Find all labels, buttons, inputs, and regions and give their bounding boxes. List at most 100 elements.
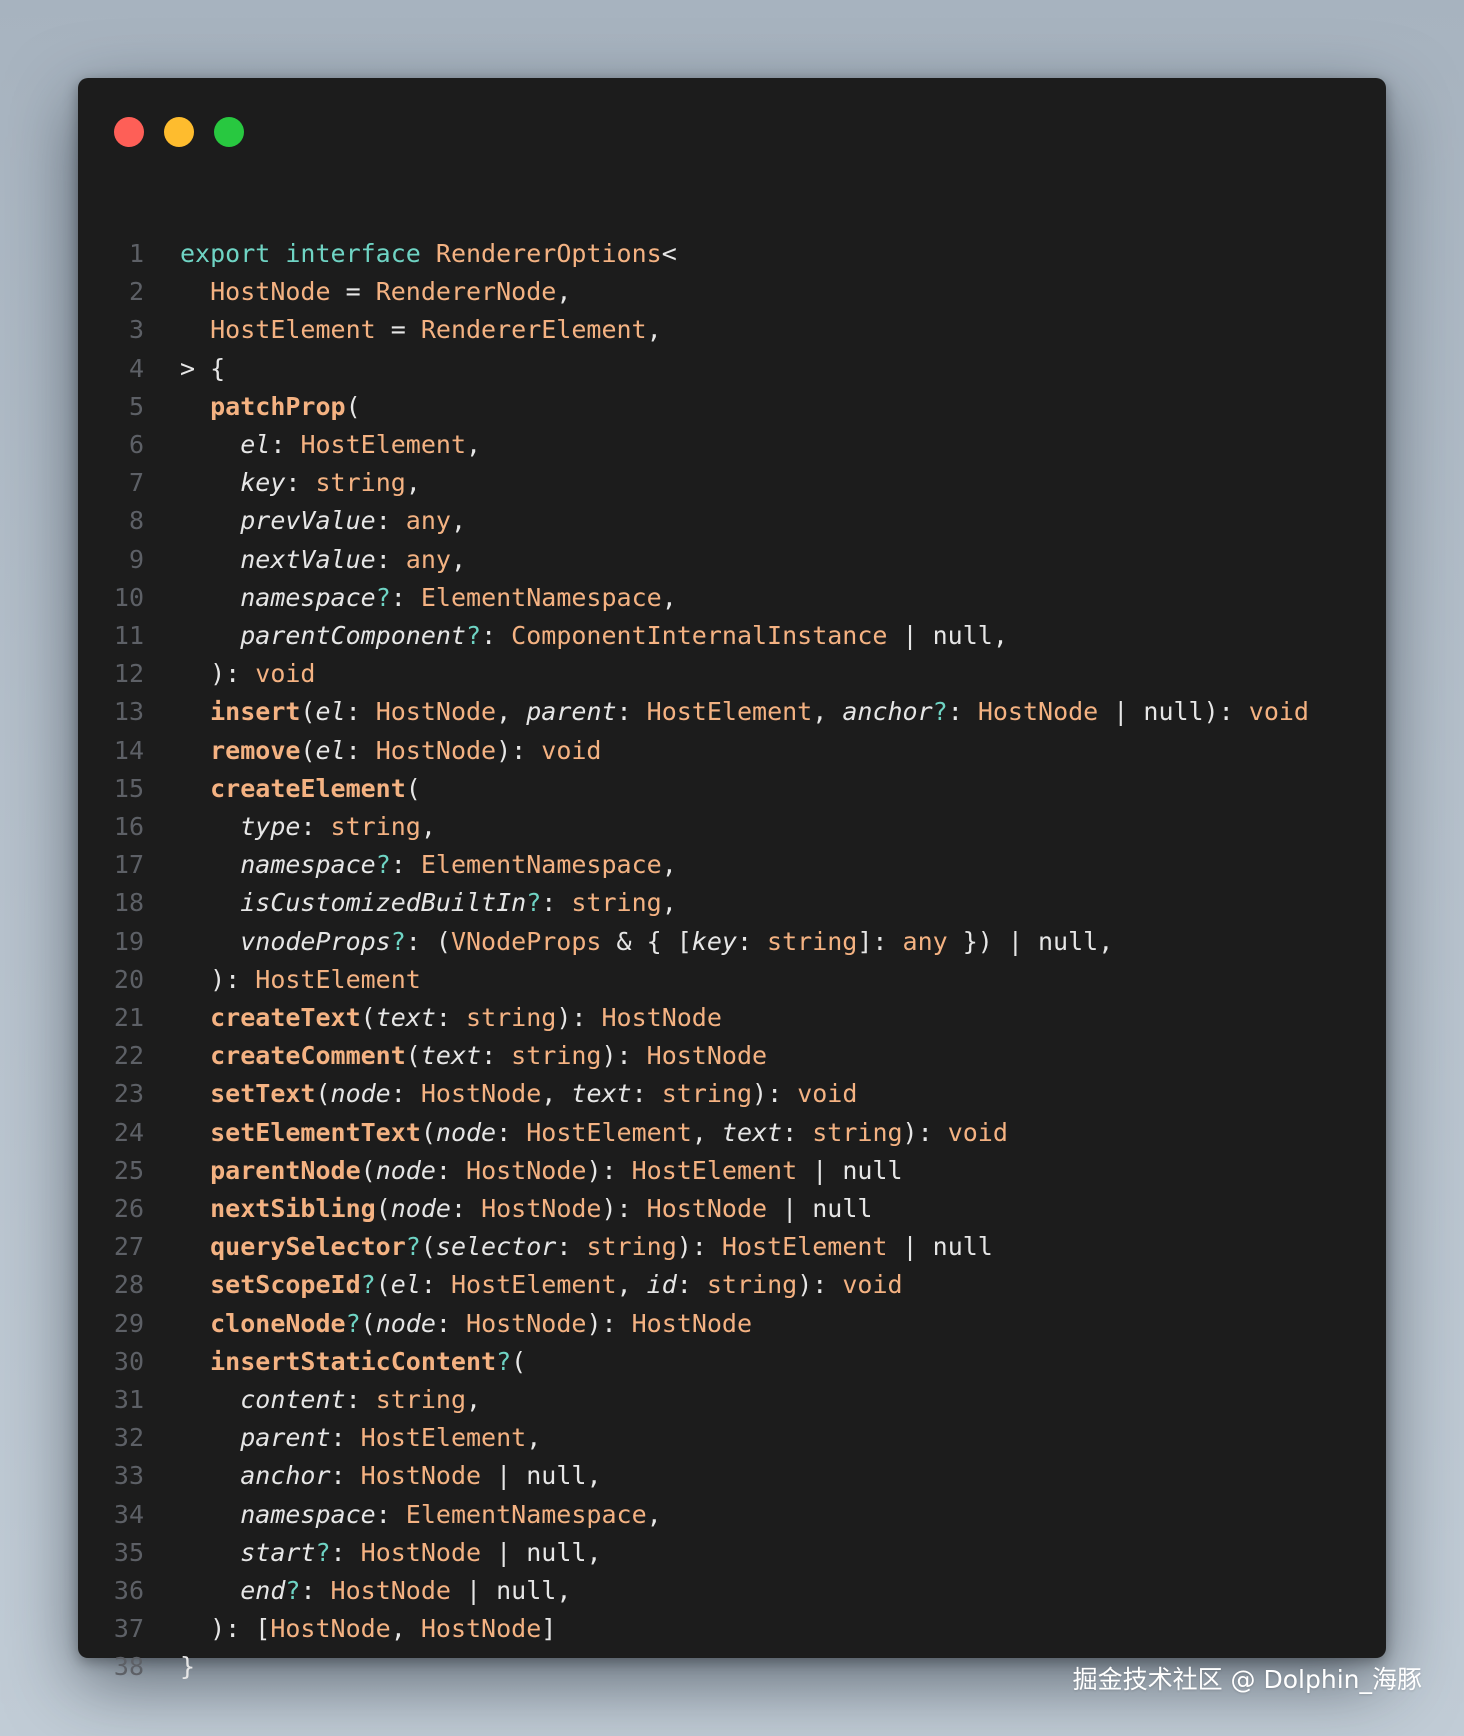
line-source: namespace?: ElementNamespace,	[180, 579, 677, 617]
line-source: setElementText(node: HostElement, text: …	[180, 1114, 1008, 1152]
code-token: insertStaticContent	[210, 1346, 497, 1376]
line-number: 28	[113, 1270, 144, 1300]
line-number: 4	[128, 353, 144, 383]
close-icon[interactable]	[114, 117, 144, 147]
line-number: 25	[113, 1155, 144, 1185]
line-source: ): [HostNode, HostNode]	[180, 1610, 556, 1648]
code-line: 22 createComment(text: string): HostNode	[78, 1037, 1386, 1075]
minimize-icon[interactable]	[164, 117, 194, 147]
line-number: 34	[113, 1499, 144, 1529]
code-token: HostNode	[210, 277, 331, 307]
code-token: (	[375, 1270, 391, 1300]
code-line: 27 querySelector?(selector: string): Hos…	[78, 1228, 1386, 1266]
line-number: 18	[113, 888, 144, 918]
code-token: ?	[285, 1576, 301, 1605]
code-line: 14 remove(el: HostNode): void	[78, 732, 1386, 770]
code-token: nextValue	[240, 544, 376, 574]
code-token: ):	[586, 1308, 632, 1338]
code-token: ?	[375, 582, 391, 612]
line-number: 2	[128, 277, 144, 307]
code-token: }	[180, 1652, 196, 1682]
code-token: void	[541, 735, 602, 765]
code-token: type	[240, 812, 301, 841]
code-token: text	[721, 1117, 783, 1147]
code-token: (	[300, 697, 316, 727]
line-number: 7	[128, 468, 144, 498]
code-token: :	[782, 1117, 813, 1147]
line-number: 14	[113, 735, 144, 765]
code-token: RendererElement	[420, 315, 647, 345]
code-token: nextSibling	[210, 1194, 376, 1223]
code-token: HostNode	[601, 1003, 722, 1032]
code-token: :	[345, 735, 376, 765]
code-token: HostNode	[360, 1461, 482, 1491]
code-token: ):	[496, 735, 542, 765]
line-source: HostNode = RendererNode,	[180, 273, 571, 311]
code-token: null	[932, 1232, 993, 1262]
line-source: parentComponent?: ComponentInternalInsta…	[180, 617, 1008, 655]
code-token: :	[375, 1499, 406, 1529]
code-token: (	[300, 735, 316, 765]
code-window: 1 export interface RendererOptions< 2 Host…	[78, 78, 1386, 1681]
line-number: 1	[128, 239, 144, 268]
code-token: null	[932, 621, 993, 650]
code-token: ElementNamespace	[420, 850, 662, 880]
line-source: prevValue: any,	[180, 502, 466, 540]
code-token: =	[375, 315, 421, 345]
line-number: 15	[113, 773, 144, 803]
code-token: :	[481, 621, 512, 650]
code-token: remove	[210, 735, 301, 765]
line-number: 35	[113, 1537, 144, 1567]
maximize-icon[interactable]	[214, 117, 244, 147]
code-token: :	[390, 1079, 421, 1109]
code-line: 7 key: string,	[78, 464, 1386, 502]
line-number: 10	[113, 582, 144, 612]
code-token: ):	[1203, 697, 1249, 727]
code-token: <	[661, 239, 677, 268]
code-token: :	[300, 812, 331, 841]
code-line: 33 anchor: HostNode | null,	[78, 1457, 1386, 1495]
code-token: el	[315, 735, 346, 765]
code-line: 20 ): HostElement	[78, 961, 1386, 999]
code-line: 34 namespace: ElementNamespace,	[78, 1496, 1386, 1534]
code-token: node	[435, 1117, 497, 1147]
code-token: |	[797, 1155, 843, 1185]
line-number: 11	[113, 621, 144, 650]
code-token: :	[285, 468, 316, 498]
code-token: void	[255, 659, 316, 689]
code-token: :	[736, 926, 768, 956]
code-token: namespace	[240, 850, 376, 880]
line-number: 30	[113, 1346, 144, 1376]
code-token: ,	[450, 506, 467, 536]
line-number: 19	[113, 926, 144, 956]
code-token: ,	[992, 621, 1008, 650]
code-token: void	[1248, 697, 1309, 727]
code-line: 19 vnodeProps?: (VNodeProps & { [key: st…	[78, 923, 1386, 961]
code-token: HostNode	[481, 1194, 602, 1223]
code-token: ,	[556, 277, 572, 307]
code-token: ):	[752, 1079, 798, 1109]
code-token: insert	[210, 697, 301, 727]
code-line: 24 setElementText(node: HostElement, tex…	[78, 1114, 1386, 1152]
line-source: start?: HostNode | null,	[180, 1534, 601, 1572]
code-token: RendererNode	[375, 277, 557, 307]
code-token: interface	[285, 239, 421, 268]
code-token: ):	[797, 1270, 843, 1300]
code-token: (	[405, 773, 421, 803]
code-token: ElementNamespace	[420, 582, 662, 612]
code-token: parentNode	[210, 1155, 361, 1185]
code-token: ):	[676, 1232, 722, 1262]
code-token: :	[616, 697, 647, 727]
